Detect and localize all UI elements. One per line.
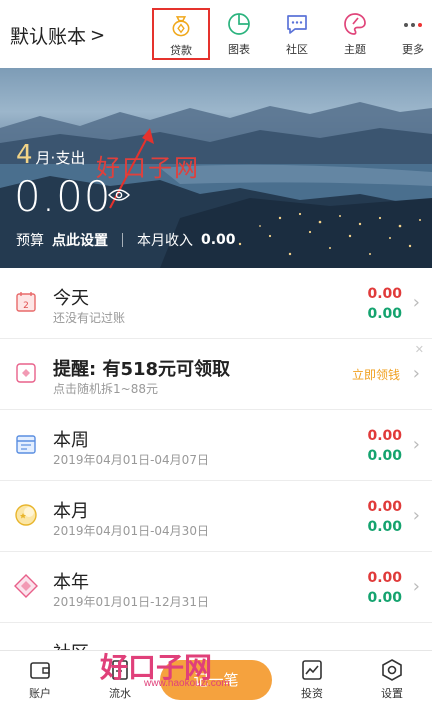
income-value: 0.00 [367, 448, 402, 464]
month-suffix: 月·支出 [35, 149, 86, 167]
list-item-week[interactable]: 本周 2019年04月01日-04月07日 0.00 0.00 › [0, 410, 432, 481]
loan-bag-icon [172, 16, 190, 37]
expense-value: 0.00 [367, 286, 402, 302]
nav-settings[interactable]: 设置 [352, 651, 432, 708]
palette-icon [344, 13, 366, 35]
chat-bubble-icon [287, 15, 307, 34]
more-dots-icon [404, 23, 422, 27]
divider [122, 233, 123, 247]
diamond-icon [14, 574, 38, 598]
more-button[interactable]: 更多 [384, 8, 432, 60]
month-expense-label: 4 月·支出 [16, 140, 85, 170]
row-subtitle: 2019年04月01日-04月07日 [53, 453, 209, 467]
list-item-today[interactable]: 2 今天 还没有记过账 0.00 0.00 › [0, 268, 432, 339]
theme-label: 主题 [344, 43, 366, 56]
wallet-icon [30, 662, 50, 679]
calendar-week-icon [16, 435, 36, 454]
budget-setup-link[interactable]: 点此设置 [52, 230, 108, 250]
book-selector[interactable]: 默认账本 > [10, 22, 105, 49]
row-values: 0.00 0.00 [367, 284, 402, 324]
income-value: 0.00 [201, 232, 236, 248]
nav-accounts[interactable]: 账户 [0, 651, 80, 708]
expense-value: 0.00 [367, 499, 402, 515]
nav-label: 设置 [381, 687, 403, 700]
income-label: 本月收入 [137, 233, 193, 249]
chart-label: 图表 [228, 43, 250, 56]
row-subtitle: 2019年01月01日-12月31日 [53, 595, 209, 609]
nav-add-wrapper: 记一笔 [160, 651, 272, 708]
income-value: 0.00 [367, 590, 402, 606]
row-subtitle: 2019年04月01日-04月30日 [53, 524, 209, 538]
row-subtitle: 还没有记过账 [53, 311, 126, 325]
red-envelope-icon [16, 363, 36, 383]
month-number: 4 [16, 140, 33, 170]
row-title: 提醒: 有518元可领取 [53, 359, 231, 380]
chevron-right-icon: › [412, 505, 420, 526]
theme-button[interactable]: 主题 [326, 8, 384, 60]
calendar-today-icon: 2 [16, 292, 36, 312]
top-actions: 贷款 图表 社区 主题 更多 [152, 8, 432, 60]
svg-text:2: 2 [23, 301, 29, 311]
row-values: 0.00 0.00 [367, 497, 402, 537]
row-title: 今天 [53, 288, 89, 309]
moon-icon [15, 504, 37, 526]
add-record-button[interactable]: 记一笔 [160, 659, 272, 700]
book-title: 默认账本 [10, 26, 87, 48]
receipt-icon [112, 660, 128, 680]
more-label: 更多 [402, 43, 424, 56]
settings-hex-icon [382, 659, 402, 681]
bottom-nav: 账户 流水 记一笔 投资 设置 [0, 650, 432, 708]
chevron-right-icon: › [412, 292, 420, 313]
nav-label: 账户 [29, 687, 51, 700]
nav-flow[interactable]: 流水 [80, 651, 160, 708]
list-item-year[interactable]: 本年 2019年01月01日-12月31日 0.00 0.00 › [0, 552, 432, 623]
chart-button[interactable]: 图表 [210, 8, 268, 60]
expense-value: 0.00 [367, 570, 402, 586]
loan-button[interactable]: 贷款 [152, 8, 210, 60]
budget-row: 预算 点此设置 本月收入 0.00 [16, 230, 236, 250]
row-title: 本月 [53, 501, 89, 522]
watermark-text: 好口子网 [96, 154, 200, 182]
nav-invest[interactable]: 投资 [272, 651, 352, 708]
chevron-right-icon: › [412, 576, 420, 597]
row-subtitle: 点击随机拆1~88元 [53, 382, 158, 396]
top-bar: 默认账本 > 贷款 图表 社区 主题 更多 [0, 0, 432, 68]
budget-label: 预算 [16, 233, 44, 249]
eye-toggle-icon[interactable] [108, 188, 130, 202]
summary-banner[interactable]: 4 月·支出 好口子网 0.00 预算 点此设置 本月收入 0.00 [0, 68, 432, 268]
income-value: 0.00 [367, 519, 402, 535]
list-item-reminder[interactable]: 提醒: 有518元可领取 点击随机拆1~88元 立即领钱 › ✕ [0, 339, 432, 410]
community-label: 社区 [286, 43, 308, 56]
loan-label: 贷款 [170, 44, 192, 57]
close-icon[interactable]: ✕ [415, 343, 424, 356]
row-values: 0.00 0.00 [367, 426, 402, 466]
summary-list: 2 今天 还没有记过账 0.00 0.00 › 提醒: 有518元可领取 点击随… [0, 268, 432, 673]
income-value: 0.00 [367, 306, 402, 322]
community-button[interactable]: 社区 [268, 8, 326, 60]
row-values: 0.00 0.00 [367, 568, 402, 608]
chevron-right-icon: › [412, 363, 420, 384]
pie-chart-icon [228, 13, 250, 35]
nav-label: 流水 [109, 687, 131, 700]
expense-amount: 0.00 [14, 172, 112, 221]
row-title: 本年 [53, 572, 89, 593]
expense-value: 0.00 [367, 428, 402, 444]
trend-chart-icon [302, 660, 322, 680]
nav-label: 投资 [301, 687, 323, 700]
claim-money-link[interactable]: 立即领钱 [352, 366, 400, 383]
list-item-month[interactable]: 本月 2019年04月01日-04月30日 0.00 0.00 › [0, 481, 432, 552]
row-title: 本周 [53, 430, 89, 451]
chevron-right-icon: › [412, 434, 420, 455]
chevron-right-icon: > [90, 25, 106, 46]
